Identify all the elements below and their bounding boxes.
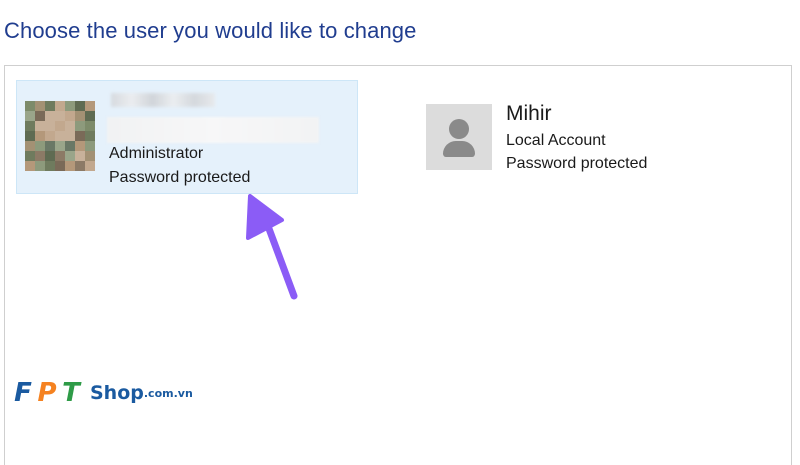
- logo-letter-t: T: [62, 378, 80, 408]
- user-silhouette-icon: [426, 104, 492, 170]
- redacted-user-name: [111, 93, 215, 107]
- user-role: Local Account: [506, 132, 606, 149]
- page-title: Choose the user you would like to change: [4, 18, 417, 43]
- user-name: Mihir: [506, 102, 552, 125]
- user-status: Password protected: [506, 155, 648, 172]
- user-status: Password protected: [109, 169, 251, 186]
- user-tile-mihir[interactable]: Mihir Local Account Password protected: [418, 96, 698, 180]
- logo-shop-label: Shop: [90, 382, 144, 404]
- redacted-user-email: [107, 117, 319, 143]
- user-avatar-photo: [25, 101, 95, 171]
- arrow-icon: [246, 194, 298, 300]
- fpt-shop-logo: F P T Shop .com.vn: [12, 376, 193, 410]
- user-tile-administrator[interactable]: Administrator Password protected: [16, 80, 358, 194]
- logo-letter-p: P: [37, 378, 57, 408]
- logo-domain-label: .com.vn: [143, 386, 193, 400]
- user-role: Administrator: [109, 145, 204, 162]
- logo-letter-f: F: [14, 378, 32, 408]
